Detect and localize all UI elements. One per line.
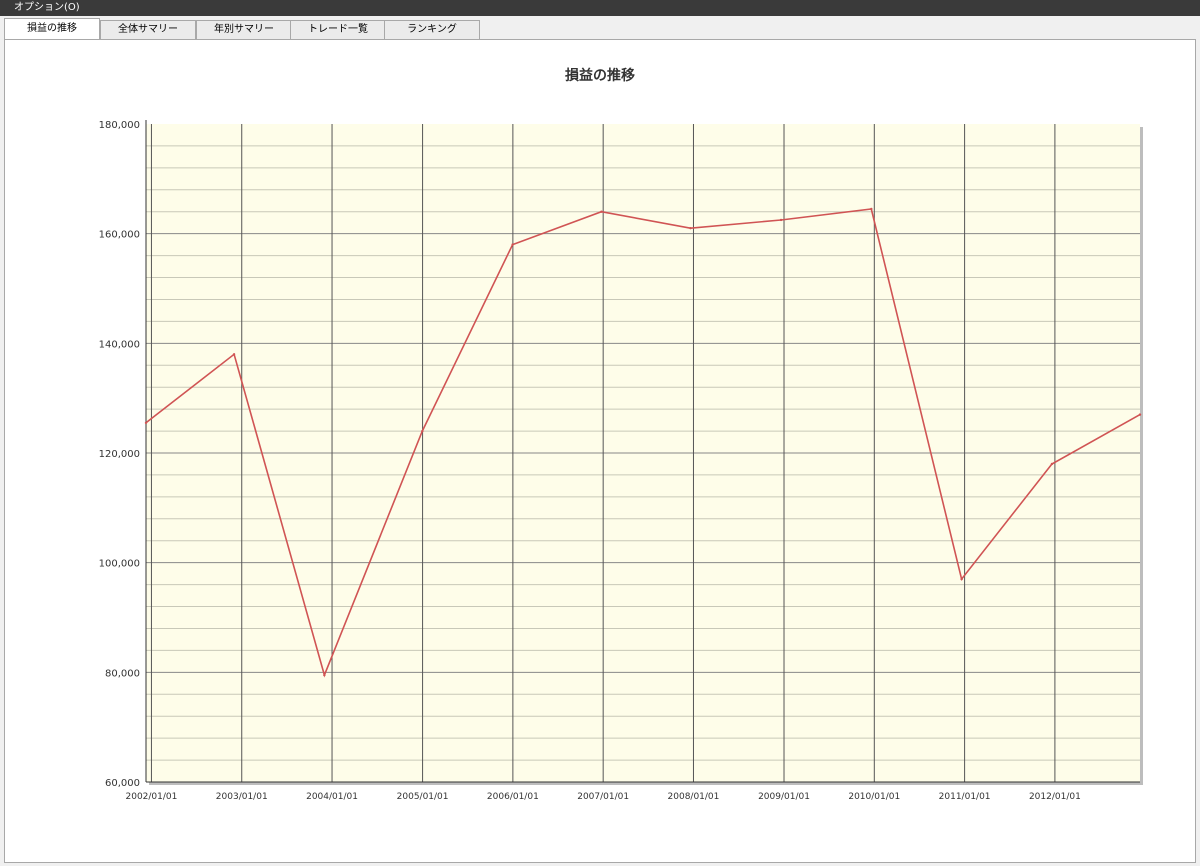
x-tick-label: 2006/01/01 (487, 792, 539, 802)
y-tick-label: 100,000 (99, 559, 140, 570)
menu-bar: オプション(O) (0, 0, 1200, 16)
data-point (421, 429, 424, 433)
x-tick-label: 2004/01/01 (306, 792, 358, 802)
data-point (779, 218, 783, 222)
x-tick-label: 2008/01/01 (668, 792, 720, 802)
data-point (232, 353, 236, 356)
x-tick-label: 2005/01/01 (397, 792, 449, 802)
chart-title: 損益の推移 (565, 67, 635, 84)
profit-trend-chart: 損益の推移 180,000 160,000 140,000 120,000 100,00… (99, 67, 1143, 802)
x-tick-label: 2009/01/01 (758, 792, 810, 802)
chart-panel: 損益の推移 180,000 160,000 140,000 120,000 100,00… (4, 39, 1196, 863)
data-point (689, 226, 692, 230)
tab-ranking[interactable]: ランキング (384, 20, 480, 39)
data-point (323, 673, 326, 677)
tab-overall-summary[interactable]: 全体サマリー (100, 20, 196, 39)
x-tick-label: 2010/01/01 (848, 792, 900, 802)
x-tick-label: 2003/01/01 (216, 792, 268, 802)
x-tick-label: 2011/01/01 (939, 792, 991, 802)
x-tick-label: 2002/01/01 (126, 792, 178, 802)
tab-profit-trend[interactable]: 損益の推移 (4, 18, 100, 40)
data-point (960, 577, 963, 581)
y-tick-label: 180,000 (99, 120, 140, 131)
data-point (1138, 413, 1142, 416)
data-point (511, 243, 514, 246)
y-tick-label: 60,000 (105, 778, 140, 789)
data-point (870, 207, 873, 211)
y-tick-label: 140,000 (99, 339, 140, 350)
data-point (144, 421, 148, 425)
tab-bar: 損益の推移 全体サマリー 年別サマリー トレード一覧 ランキング (0, 16, 1200, 40)
plot-area: 180,000 160,000 140,000 120,000 100,000 80,00… (99, 120, 1143, 802)
data-point (600, 210, 603, 213)
y-tick-label: 160,000 (99, 230, 140, 241)
y-tick-label: 120,000 (99, 449, 140, 460)
tab-yearly-summary[interactable]: 年別サマリー (196, 20, 292, 39)
x-tick-label: 2012/01/01 (1029, 792, 1081, 802)
data-point (1050, 462, 1054, 466)
y-tick-label: 80,000 (105, 668, 140, 679)
tab-trade-list[interactable]: トレード一覧 (290, 20, 386, 39)
x-tick-label: 2007/01/01 (577, 792, 629, 802)
menu-options[interactable]: オプション(O) (14, 1, 80, 15)
